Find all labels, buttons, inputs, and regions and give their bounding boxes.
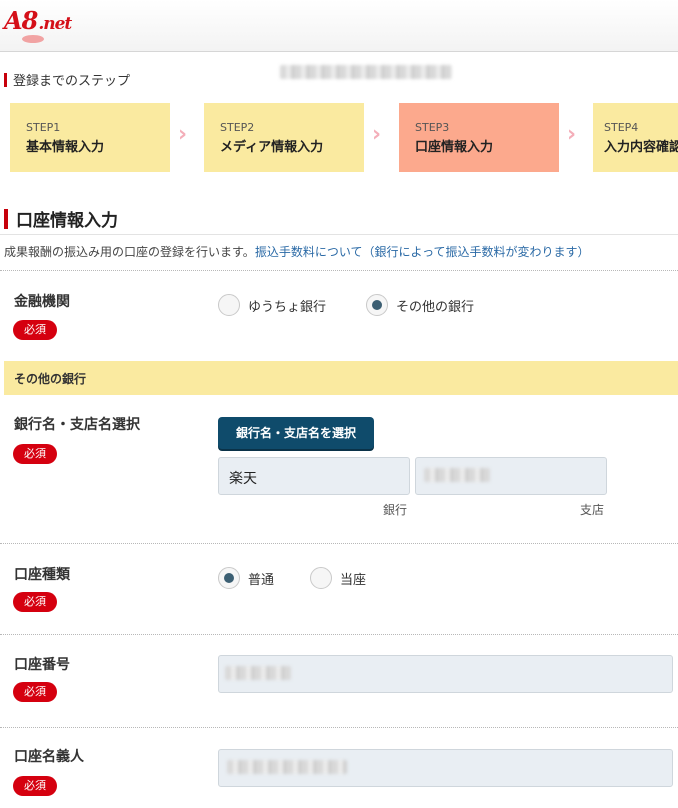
branch-name-field[interactable] xyxy=(415,457,607,495)
chevron-right-icon: › xyxy=(567,122,577,147)
radio-circle[interactable] xyxy=(310,567,332,589)
header-bar: A8.net xyxy=(0,0,678,52)
radio-yucho-bank[interactable]: ゆうちょ銀行 xyxy=(218,294,326,316)
branch-caption: 支店 xyxy=(580,503,605,517)
radio-futsu[interactable]: 普通 xyxy=(218,567,274,589)
radio-circle-selected[interactable] xyxy=(366,294,388,316)
select-bank-branch-button[interactable]: 銀行名・支店名を選択 xyxy=(218,417,374,449)
bank-select-label: 銀行名・支店名選択 xyxy=(14,417,140,433)
divider xyxy=(0,634,678,635)
blurred-text xyxy=(280,65,452,79)
required-badge: 必須 xyxy=(13,320,57,340)
chevron-right-icon: › xyxy=(372,122,382,147)
divider xyxy=(0,727,678,728)
intro-text: 成果報酬の振込み用の口座の登録を行います。振込手数料について（銀行によって振込手… xyxy=(4,245,590,259)
required-badge: 必須 xyxy=(13,776,57,796)
account-number-field[interactable] xyxy=(218,655,673,693)
fee-link[interactable]: 振込手数料について（銀行によって振込手数料が変わります） xyxy=(255,245,590,259)
radio-toza[interactable]: 当座 xyxy=(310,567,366,589)
account-type-label: 口座種類 xyxy=(14,567,70,583)
radio-other-bank[interactable]: その他の銀行 xyxy=(366,294,474,316)
bank-name-field[interactable]: 楽天 xyxy=(218,457,410,495)
account-holder-label: 口座名義人 xyxy=(14,749,84,765)
page-title: 口座情報入力 xyxy=(4,206,118,231)
account-holder-field[interactable] xyxy=(218,749,673,787)
blurred-text xyxy=(424,468,490,482)
divider xyxy=(0,543,678,544)
blurred-text xyxy=(227,760,347,774)
step-3-active: STEP3 口座情報入力 xyxy=(399,103,559,172)
radio-circle-selected[interactable] xyxy=(218,567,240,589)
steps-heading: 登録までのステップ xyxy=(4,70,130,89)
bank-type-label: 金融機関 xyxy=(14,294,70,310)
divider xyxy=(0,234,678,235)
divider xyxy=(0,270,678,271)
radio-circle[interactable] xyxy=(218,294,240,316)
bank-caption: 銀行 xyxy=(383,503,408,517)
account-number-label: 口座番号 xyxy=(14,657,70,673)
required-badge: 必須 xyxy=(13,592,57,612)
step-2: STEP2 メディア情報入力 xyxy=(204,103,364,172)
step-1: STEP1 基本情報入力 xyxy=(10,103,170,172)
a8net-logo[interactable]: A8.net xyxy=(4,6,72,43)
blurred-text xyxy=(225,666,291,680)
step-4: STEP4 入力内容確認 xyxy=(593,103,678,172)
required-badge: 必須 xyxy=(13,682,57,702)
other-bank-band: その他の銀行 xyxy=(4,361,678,395)
chevron-right-icon: › xyxy=(178,122,188,147)
required-badge: 必須 xyxy=(13,444,57,464)
